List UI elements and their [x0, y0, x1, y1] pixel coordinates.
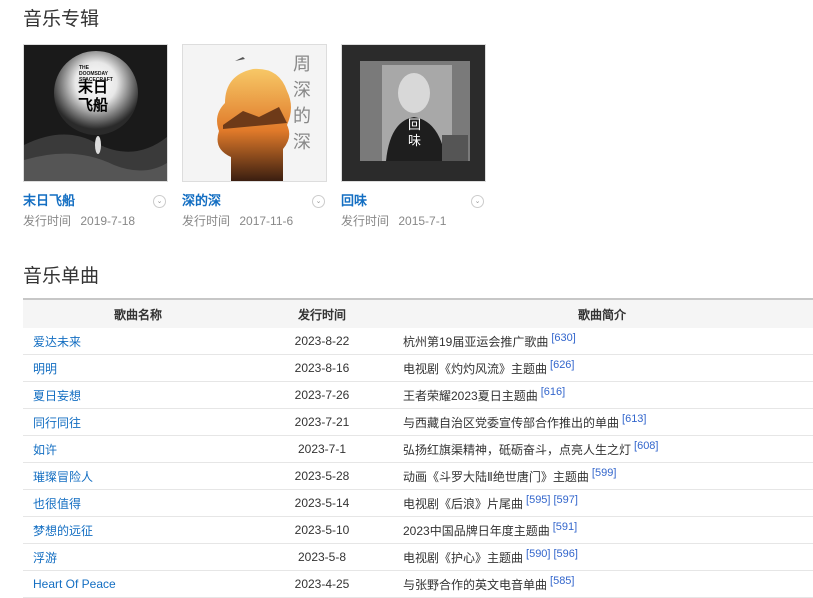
- reference-link[interactable]: [595]: [526, 494, 550, 506]
- chevron-down-icon[interactable]: ⌄: [153, 195, 166, 208]
- album-date: 2015-7-1: [398, 214, 447, 228]
- song-description-cell: 与西藏自治区党委宣传部合作推出的单曲 [613]: [391, 408, 813, 436]
- album-card[interactable]: 回味 回味 ⌄ 发行时间 2015-7-1: [341, 44, 486, 230]
- reference-link[interactable]: [585]: [550, 575, 574, 587]
- song-release-date: 2023-5-10: [253, 516, 391, 544]
- albums-section-title: 音乐专辑: [23, 9, 100, 30]
- song-release-date: 2023-8-16: [253, 354, 391, 382]
- table-row: 明明 2023-8-16 电视剧《灼灼风流》主题曲 [626]: [23, 354, 813, 382]
- song-release-date: 2023-7-21: [253, 408, 391, 436]
- song-description: 2023中国品牌日年度主题曲: [403, 524, 550, 538]
- song-description: 电视剧《灼灼风流》主题曲: [403, 362, 548, 376]
- table-row: 梦想的远征 2023-5-10 2023中国品牌日年度主题曲 [591]: [23, 516, 813, 544]
- table-row: 也很值得 2023-5-14 电视剧《后浪》片尾曲 [595] [597]: [23, 489, 813, 517]
- song-release-date: 2023-4-25: [253, 570, 391, 598]
- album-card[interactable]: THE DOOMSDAY SPACECRAFT 末日飞船 末日飞船 ⌄ 发行时间…: [23, 44, 168, 230]
- singles-section-title: 音乐单曲: [23, 266, 100, 287]
- album-card[interactable]: 周深的深 深的深 ⌄ 发行时间 2017-11-6: [182, 44, 327, 230]
- song-name-link[interactable]: 夏日妄想: [23, 381, 253, 409]
- song-name-link[interactable]: 也很值得: [23, 489, 253, 517]
- album-cover-text: 回味: [408, 117, 422, 148]
- reference-link[interactable]: [597]: [553, 494, 577, 506]
- song-description: 电视剧《后浪》片尾曲: [403, 497, 524, 511]
- song-description: 电视剧《护心》主题曲: [403, 551, 524, 565]
- table-header-row: 歌曲名称 发行时间 歌曲简介: [23, 299, 813, 328]
- reference-link[interactable]: [596]: [553, 548, 577, 560]
- table-row: 浮游 2023-5-8 电视剧《护心》主题曲 [590] [596]: [23, 543, 813, 571]
- reference-link[interactable]: [608]: [634, 440, 658, 452]
- album-cover[interactable]: 周深的深: [182, 44, 327, 182]
- reference-link[interactable]: [626]: [550, 359, 574, 371]
- album-date: 2017-11-6: [239, 214, 294, 228]
- song-description: 与张野合作的英文电音单曲: [403, 578, 548, 592]
- reference-link[interactable]: [599]: [592, 467, 616, 479]
- song-name-link[interactable]: 同行同往: [23, 408, 253, 436]
- song-description-cell: 电视剧《护心》主题曲 [590] [596]: [391, 543, 813, 571]
- table-row: 如许 2023-7-1 弘扬红旗渠精神，砥砺奋斗，点亮人生之灯 [608]: [23, 435, 813, 463]
- reference-link[interactable]: [591]: [553, 521, 577, 533]
- album-date-label: 发行时间: [23, 214, 72, 228]
- reference-link[interactable]: [613]: [622, 413, 646, 425]
- song-description-cell: 与张野合作的英文电音单曲 [585]: [391, 570, 813, 598]
- song-description: 弘扬红旗渠精神，砥砺奋斗，点亮人生之灯: [403, 443, 632, 457]
- table-row: 夏日妄想 2023-7-26 王者荣耀2023夏日主题曲 [616]: [23, 381, 813, 409]
- chevron-down-icon[interactable]: ⌄: [471, 195, 484, 208]
- song-name-link[interactable]: 明明: [23, 354, 253, 382]
- song-release-date: 2023-5-28: [253, 462, 391, 490]
- song-description-cell: 电视剧《灼灼风流》主题曲 [626]: [391, 354, 813, 382]
- song-description: 动画《斗罗大陆Ⅱ绝世唐门》主题曲: [403, 470, 589, 484]
- table-row: 爱达未来 2023-8-22 杭州第19届亚运会推广歌曲 [630]: [23, 328, 813, 355]
- song-name-link[interactable]: 梦想的远征: [23, 516, 253, 544]
- album-date-label: 发行时间: [182, 214, 231, 228]
- song-release-date: 2023-7-1: [253, 435, 391, 463]
- song-name-link[interactable]: 璀璨冒险人: [23, 462, 253, 490]
- song-description: 与西藏自治区党委宣传部合作推出的单曲: [403, 416, 620, 430]
- table-row: Heart Of Peace 2023-4-25 与张野合作的英文电音单曲 [585]: [23, 570, 813, 598]
- album-cover-text: 末日飞船: [78, 79, 109, 114]
- song-description: 王者荣耀2023夏日主题曲: [403, 389, 538, 403]
- song-name-link[interactable]: 爱达未来: [23, 328, 253, 355]
- album-cover-art: [342, 45, 485, 181]
- col-header-desc: 歌曲简介: [577, 307, 626, 322]
- album-name[interactable]: 深的深: [182, 193, 221, 208]
- song-description-cell: 动画《斗罗大陆Ⅱ绝世唐门》主题曲 [599]: [391, 462, 813, 490]
- song-description-cell: 电视剧《后浪》片尾曲 [595] [597]: [391, 489, 813, 517]
- song-name-link[interactable]: 浮游: [23, 543, 253, 571]
- album-date: 2019-7-18: [80, 214, 136, 228]
- table-row: 同行同往 2023-7-21 与西藏自治区党委宣传部合作推出的单曲 [613]: [23, 408, 813, 436]
- song-name-link[interactable]: Heart Of Peace: [23, 570, 253, 598]
- album-cover-text: 周深的深: [293, 54, 311, 152]
- song-description-cell: 杭州第19届亚运会推广歌曲 [630]: [391, 328, 813, 355]
- song-description-cell: 王者荣耀2023夏日主题曲 [616]: [391, 381, 813, 409]
- song-name-link[interactable]: 如许: [23, 435, 253, 463]
- album-cover[interactable]: THE DOOMSDAY SPACECRAFT 末日飞船: [23, 44, 168, 182]
- song-description-cell: 弘扬红旗渠精神，砥砺奋斗，点亮人生之灯 [608]: [391, 435, 813, 463]
- reference-link[interactable]: [630]: [551, 332, 575, 344]
- album-name[interactable]: 末日飞船: [23, 193, 75, 208]
- song-description-cell: 2023中国品牌日年度主题曲 [591]: [391, 516, 813, 544]
- song-release-date: 2023-5-8: [253, 543, 391, 571]
- song-description: 杭州第19届亚运会推广歌曲: [403, 335, 549, 349]
- song-release-date: 2023-5-14: [253, 489, 391, 517]
- singles-table: 歌曲名称 发行时间 歌曲简介 爱达未来 2023-8-22 杭州第19届亚运会推广歌…: [23, 298, 813, 598]
- album-cover[interactable]: 回味: [341, 44, 486, 182]
- song-release-date: 2023-8-22: [253, 328, 391, 355]
- song-release-date: 2023-7-26: [253, 381, 391, 409]
- reference-link[interactable]: [616]: [541, 386, 565, 398]
- col-header-date: 发行时间: [297, 307, 346, 322]
- table-row: 璀璨冒险人 2023-5-28 动画《斗罗大陆Ⅱ绝世唐门》主题曲 [599]: [23, 462, 813, 490]
- chevron-down-icon[interactable]: ⌄: [312, 195, 325, 208]
- album-name[interactable]: 回味: [341, 193, 367, 208]
- album-date-label: 发行时间: [341, 214, 390, 228]
- reference-link[interactable]: [590]: [526, 548, 550, 560]
- col-header-song: 歌曲名称: [113, 307, 162, 322]
